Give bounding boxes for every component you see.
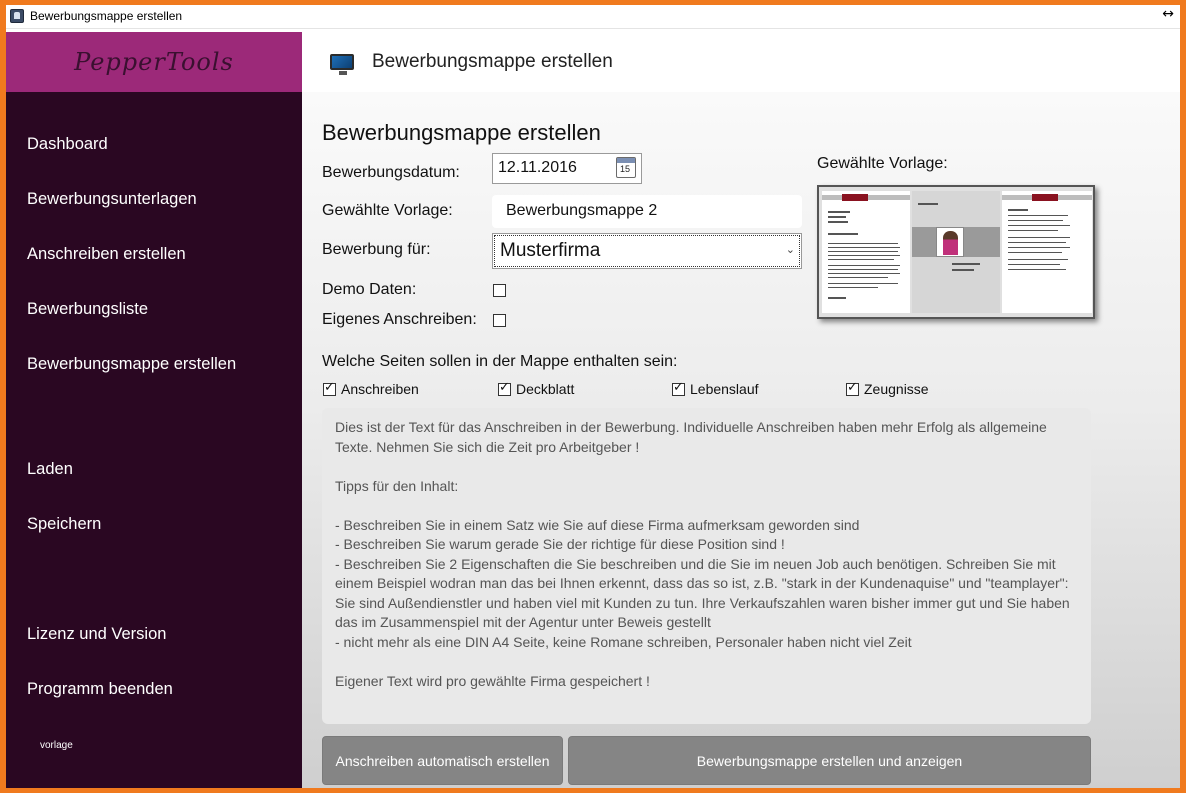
brand-header: PepperTools	[6, 32, 302, 92]
sidebar-item-anschreiben-erstellen[interactable]: Anschreiben erstellen	[27, 245, 186, 264]
sidebar-item-speichern[interactable]: Speichern	[27, 515, 101, 534]
title-bar: Bewerbungsmappe erstellen ↔	[6, 5, 1180, 29]
app-window: Bewerbungsmappe erstellen ↔ PepperTools …	[6, 5, 1180, 788]
page-option-label: Lebenslauf	[690, 381, 759, 397]
pages-section-title: Welche Seiten sollen in der Mappe enthal…	[322, 353, 678, 370]
auto-letter-button[interactable]: Anschreiben automatisch erstellen	[322, 736, 563, 785]
main-content: Bewerbungsmappe erstellen Bewerbungsdatu…	[302, 92, 1180, 788]
own-letter-label: Eigenes Anschreiben:	[322, 311, 477, 328]
demo-label: Demo Daten:	[322, 281, 417, 298]
page-option-deckblatt[interactable]: Deckblatt	[498, 380, 575, 397]
sidebar-item-bewerbungsunterlagen[interactable]: Bewerbungsunterlagen	[27, 190, 197, 209]
own-letter-checkbox[interactable]	[493, 314, 506, 327]
anschreiben-checkbox[interactable]	[323, 380, 336, 396]
date-label: Bewerbungsdatum:	[322, 164, 460, 181]
zeugnisse-checkbox[interactable]	[846, 380, 859, 396]
template-preview[interactable]	[817, 185, 1095, 319]
sidebar-footer-label: vorlage	[40, 740, 73, 751]
sidebar-item-bewerbungsliste[interactable]: Bewerbungsliste	[27, 300, 148, 319]
create-folder-button[interactable]: Bewerbungsmappe erstellen und anzeigen	[568, 736, 1091, 785]
page-option-label: Deckblatt	[516, 381, 575, 397]
sidebar-item-programm-beenden[interactable]: Programm beenden	[27, 680, 173, 699]
letter-textarea[interactable]: Dies ist der Text für das Anschreiben in…	[322, 408, 1091, 724]
lebenslauf-checkbox[interactable]	[672, 380, 685, 396]
page-option-label: Anschreiben	[341, 381, 419, 397]
page-option-zeugnisse[interactable]: Zeugnisse	[846, 380, 929, 397]
page-title: Bewerbungsmappe erstellen	[322, 120, 601, 145]
page-option-label: Zeugnisse	[864, 381, 929, 397]
preview-page-cv	[1002, 191, 1092, 313]
monitor-icon	[330, 54, 354, 75]
app-icon	[10, 9, 24, 23]
calendar-day: 15	[620, 164, 631, 174]
resize-icon[interactable]: ↔	[1162, 6, 1174, 22]
page-header: Bewerbungsmappe erstellen	[302, 32, 1180, 92]
template-value: Bewerbungsmappe 2	[506, 202, 658, 219]
brand-logo: PepperTools	[74, 48, 234, 76]
window-title: Bewerbungsmappe erstellen	[30, 9, 183, 23]
sidebar: PepperTools Dashboard Bewerbungsunterlag…	[6, 32, 302, 788]
sidebar-item-lizenz-und-version[interactable]: Lizenz und Version	[27, 625, 166, 644]
company-label: Bewerbung für:	[322, 241, 431, 258]
deckblatt-checkbox[interactable]	[498, 380, 511, 396]
company-select[interactable]: Musterfirma ⌄	[492, 233, 802, 269]
date-field[interactable]: 12.11.2016 15	[492, 153, 642, 184]
demo-checkbox[interactable]	[493, 284, 506, 297]
page-option-anschreiben[interactable]: Anschreiben	[323, 380, 419, 397]
letter-text: Dies ist der Text für das Anschreiben in…	[335, 419, 1070, 689]
date-value: 12.11.2016	[498, 159, 577, 176]
template-label: Gewählte Vorlage:	[322, 202, 453, 219]
preview-page-letter	[822, 191, 910, 313]
sidebar-item-bewerbungsmappe-erstellen[interactable]: Bewerbungsmappe erstellen	[27, 355, 236, 374]
preview-page-cover	[912, 191, 1000, 313]
company-value: Musterfirma	[500, 240, 601, 261]
sidebar-item-laden[interactable]: Laden	[27, 460, 73, 479]
preview-photo	[936, 227, 964, 257]
preview-label: Gewählte Vorlage:	[817, 155, 948, 172]
template-field: Bewerbungsmappe 2	[492, 195, 802, 228]
calendar-icon[interactable]: 15	[616, 157, 636, 178]
page-option-lebenslauf[interactable]: Lebenslauf	[672, 380, 759, 397]
header-title: Bewerbungsmappe erstellen	[372, 51, 613, 72]
sidebar-item-dashboard[interactable]: Dashboard	[27, 135, 108, 154]
chevron-down-icon: ⌄	[785, 243, 795, 256]
